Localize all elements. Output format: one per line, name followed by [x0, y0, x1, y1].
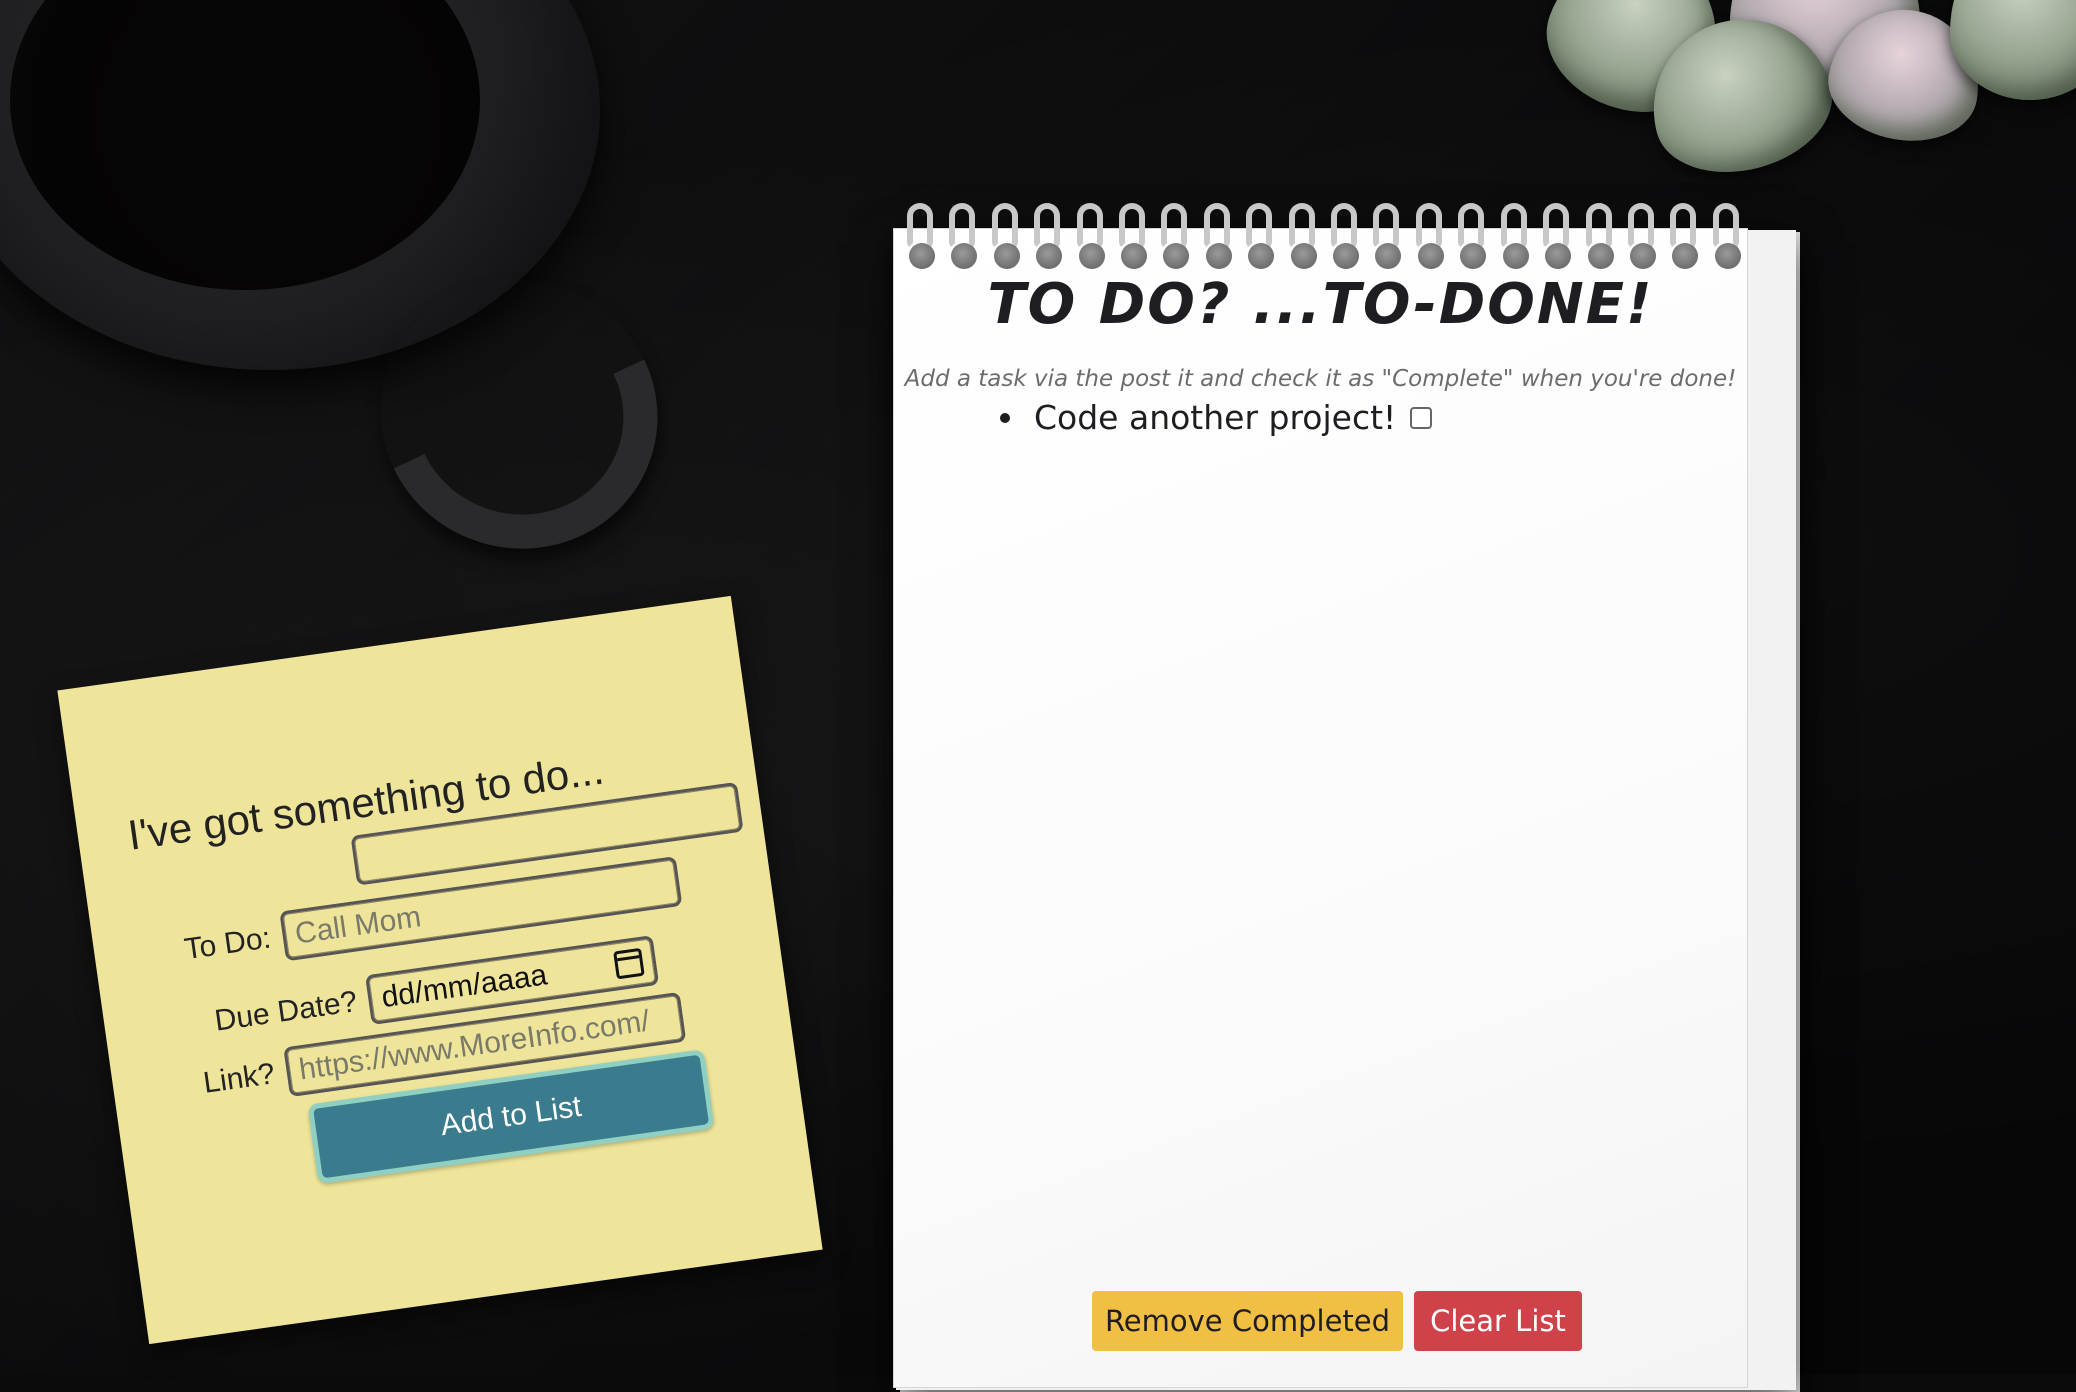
bullet-icon	[1000, 412, 1010, 423]
spiral-ring	[1499, 203, 1533, 273]
spiral-ring	[1371, 203, 1405, 273]
task-list: Code another project!	[1000, 398, 1433, 437]
spiral-ring	[1032, 203, 1066, 273]
succulent-plant-image	[1527, 0, 2076, 200]
spiral-ring	[1202, 203, 1236, 273]
spiral-ring	[1075, 203, 1109, 273]
task-complete-checkbox[interactable]	[1410, 406, 1433, 429]
notepad-spiral-binding	[905, 203, 1745, 273]
spiral-ring	[1584, 203, 1618, 273]
task-text: Code another project!	[1034, 398, 1397, 437]
remove-completed-button[interactable]: Remove Completed	[1092, 1291, 1403, 1351]
calendar-icon[interactable]	[613, 947, 646, 980]
sticky-note-form: I've got something to do... To Do: Call …	[57, 595, 823, 1345]
spiral-ring	[1711, 203, 1745, 273]
coffee-mug-coffee	[10, 0, 480, 290]
clear-list-button[interactable]: Clear List	[1414, 1291, 1582, 1351]
spiral-ring	[905, 203, 939, 273]
list-item: Code another project!	[1000, 398, 1433, 437]
spiral-ring	[1287, 203, 1321, 273]
spiral-ring	[1456, 203, 1490, 273]
spiral-ring	[1159, 203, 1193, 273]
due-date-label: Due Date?	[212, 985, 360, 1038]
spiral-ring	[1541, 203, 1575, 273]
due-date-value: dd/mm/aaaa	[379, 958, 550, 1015]
spiral-ring	[947, 203, 981, 273]
page-title: To do? ...To-DONE!	[987, 272, 1654, 337]
todo-label: To Do:	[182, 921, 273, 967]
spiral-ring	[1329, 203, 1363, 273]
link-label: Link?	[201, 1057, 277, 1100]
page-subtitle: Add a task via the post it and check it …	[904, 366, 1737, 392]
spiral-ring	[1117, 203, 1151, 273]
spiral-ring	[1244, 203, 1278, 273]
spiral-ring	[1626, 203, 1660, 273]
spiral-ring	[990, 203, 1024, 273]
spiral-ring	[1668, 203, 1702, 273]
spiral-ring	[1414, 203, 1448, 273]
